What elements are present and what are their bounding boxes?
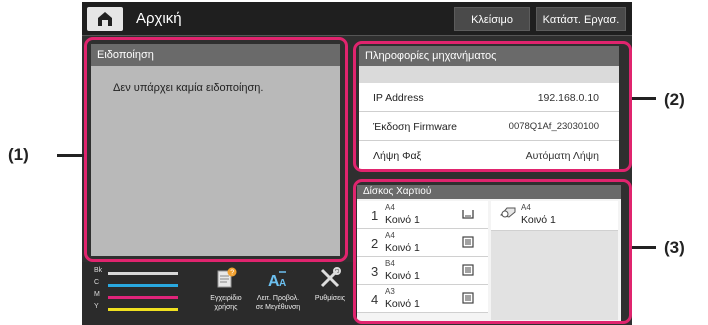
- tool-label: σε Μεγέθυνση: [255, 304, 301, 311]
- user-manual-button[interactable]: ? Εγχειρίδιο χρήσης: [202, 266, 250, 312]
- settings-button[interactable]: Ρυθμίσεις: [306, 266, 354, 303]
- toner-row-cyan: C: [94, 279, 184, 291]
- svg-text:A: A: [279, 278, 286, 289]
- home-button[interactable]: [87, 7, 123, 31]
- toner-row-yellow: Y: [94, 303, 184, 315]
- toner-label: M: [94, 291, 100, 298]
- tool-label: Λειτ. Προβολ.: [256, 295, 300, 302]
- toner-label: Bk: [94, 267, 103, 274]
- svg-text:?: ?: [230, 270, 234, 277]
- callout-frame-2: [353, 41, 632, 172]
- callout-leader-1: [57, 154, 84, 157]
- toner-label: Y: [94, 303, 99, 310]
- settings-tools-icon: [320, 267, 341, 288]
- toner-row-magenta: M: [94, 291, 184, 303]
- close-button[interactable]: Κλείσιμο: [454, 7, 530, 31]
- user-manual-icon: ?: [217, 267, 237, 288]
- toner-bar: [108, 272, 178, 275]
- job-status-button[interactable]: Κατάστ. Εργασ.: [536, 7, 626, 31]
- callout-leader-3: [632, 246, 656, 249]
- callout-label-2: (2): [664, 90, 685, 109]
- toner-bar: [108, 284, 178, 287]
- enlarge-display-icon: A A: [268, 271, 286, 290]
- callout-label-1: (1): [8, 145, 29, 164]
- bottom-toolbar: Bk C M Y ? Εγχειρίδιο χρήσης A A Λειτ. Π…: [82, 262, 357, 325]
- toner-gauge: Bk C M Y: [94, 267, 184, 319]
- page-title: Αρχική: [136, 10, 182, 27]
- tool-label: Ρυθμίσεις: [314, 295, 346, 302]
- callout-label-3: (3): [664, 238, 685, 257]
- tool-label: Εγχειρίδιο: [210, 295, 242, 302]
- home-icon: [98, 12, 112, 26]
- toner-bar: [108, 308, 178, 311]
- callout-leader-2: [632, 97, 656, 100]
- tool-label: χρήσης: [214, 304, 238, 311]
- header-bar: Αρχική Κλείσιμο Κατάστ. Εργασ.: [82, 2, 632, 36]
- toner-bar: [108, 296, 178, 299]
- toner-label: C: [94, 279, 100, 286]
- callout-frame-3: [353, 179, 632, 324]
- manual-illustration: Αρχική Κλείσιμο Κατάστ. Εργασ. Ειδοποίησ…: [0, 0, 708, 325]
- callout-frame-1: [84, 37, 348, 262]
- toner-row-black: Bk: [94, 267, 184, 279]
- enlarge-display-button[interactable]: A A Λειτ. Προβολ. σε Μεγέθυνση: [254, 266, 302, 312]
